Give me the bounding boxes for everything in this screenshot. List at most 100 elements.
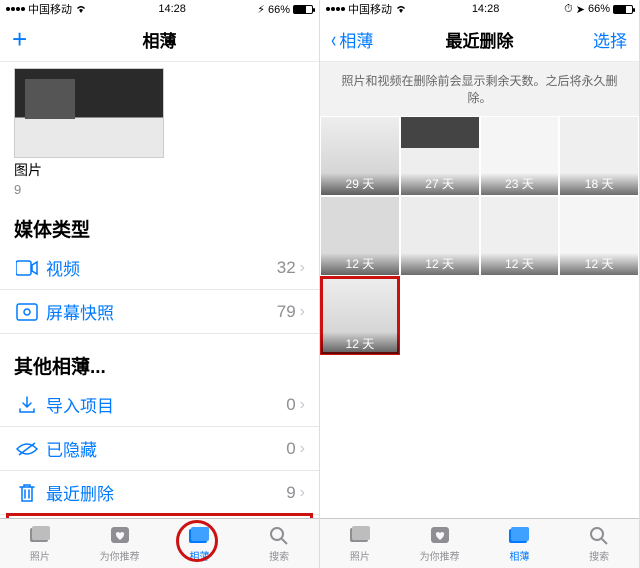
section-other-albums: 其他相薄... bbox=[14, 352, 305, 379]
album-name: 图片 bbox=[14, 160, 319, 180]
alarm-icon: ⏱ bbox=[564, 3, 573, 16]
tab-label: 照片 bbox=[30, 548, 50, 563]
tab-search[interactable]: 搜索 bbox=[559, 519, 639, 568]
days-badge: 12 天 bbox=[560, 253, 638, 275]
chevron-right-icon: › bbox=[300, 396, 305, 414]
signal-icon bbox=[6, 7, 25, 11]
days-badge: 12 天 bbox=[321, 332, 399, 354]
days-badge: 12 天 bbox=[321, 253, 399, 275]
right-screen: 中国移动 14:28 ⏱ ➤ 66% ‹ 相薄 最近删除 选择 照片和视频在删除… bbox=[320, 0, 640, 568]
tab-label: 照片 bbox=[350, 548, 370, 563]
grid-cell[interactable]: 18 天 bbox=[559, 116, 639, 196]
row-count: 79 bbox=[277, 302, 296, 322]
grid-cell[interactable]: 12 天 bbox=[320, 196, 400, 276]
chevron-right-icon: › bbox=[300, 440, 305, 458]
hidden-icon bbox=[14, 441, 40, 457]
battery-icon bbox=[293, 5, 313, 14]
grid-cell[interactable]: 12 天 bbox=[559, 196, 639, 276]
back-button[interactable]: ‹ 相薄 bbox=[330, 27, 373, 52]
screenshot-icon bbox=[14, 303, 40, 321]
grid-cell[interactable]: 27 天 bbox=[400, 116, 480, 196]
tab-bar: 照片 为你推荐 相薄 搜索 bbox=[320, 518, 639, 568]
grid-cell-selected[interactable]: 12 天 bbox=[320, 276, 400, 356]
tab-label: 搜索 bbox=[269, 548, 289, 563]
album-thumbnail[interactable] bbox=[14, 68, 164, 158]
back-label: 相薄 bbox=[339, 27, 373, 52]
albums-icon bbox=[187, 524, 211, 546]
days-badge: 12 天 bbox=[401, 253, 479, 275]
heart-icon bbox=[428, 524, 452, 546]
chevron-right-icon: › bbox=[300, 484, 305, 502]
days-badge: 18 天 bbox=[560, 173, 638, 195]
select-button[interactable]: 选择 bbox=[593, 27, 627, 52]
grid-cell[interactable]: 23 天 bbox=[480, 116, 560, 196]
status-bar: 中国移动 14:28 ⏱ ➤ 66% bbox=[320, 0, 639, 18]
wifi-icon bbox=[395, 4, 407, 14]
tab-albums[interactable]: 相薄 bbox=[160, 519, 240, 568]
tab-label: 为你推荐 bbox=[100, 548, 140, 563]
tab-search[interactable]: 搜索 bbox=[239, 519, 319, 568]
days-badge: 23 天 bbox=[481, 173, 559, 195]
nav-bar: ‹ 相薄 最近删除 选择 bbox=[320, 18, 639, 62]
tab-photos[interactable]: 照片 bbox=[320, 519, 400, 568]
tab-label: 搜索 bbox=[589, 548, 609, 563]
video-icon bbox=[14, 260, 40, 276]
row-count: 0 bbox=[286, 395, 295, 415]
clock: 14:28 bbox=[158, 3, 186, 15]
battery-icon bbox=[613, 5, 633, 14]
tab-label: 相薄 bbox=[509, 548, 529, 563]
search-icon bbox=[267, 524, 291, 546]
row-count: 32 bbox=[277, 258, 296, 278]
search-icon bbox=[587, 524, 611, 546]
import-icon bbox=[14, 395, 40, 415]
days-badge: 29 天 bbox=[321, 173, 399, 195]
grid-cell[interactable]: 12 天 bbox=[480, 196, 560, 276]
clock: 14:28 bbox=[472, 3, 500, 15]
row-count: 9 bbox=[286, 483, 295, 503]
days-badge: 27 天 bbox=[401, 173, 479, 195]
location-icon: ➤ bbox=[576, 3, 585, 16]
photo-grid: 29 天 27 天 23 天 18 天 12 天 12 天 12 天 12 天 … bbox=[320, 116, 639, 355]
tab-photos[interactable]: 照片 bbox=[0, 519, 80, 568]
row-videos[interactable]: 视频 32 › bbox=[0, 246, 319, 290]
row-count: 0 bbox=[286, 439, 295, 459]
nav-title: 相薄 bbox=[143, 27, 177, 52]
carrier-label: 中国移动 bbox=[28, 1, 72, 17]
left-screen: 中国移动 14:28 ⚡︎ 66% + 相薄 图片 9 媒体类型 视频 32 › bbox=[0, 0, 320, 568]
grid-cell[interactable]: 29 天 bbox=[320, 116, 400, 196]
chevron-right-icon: › bbox=[300, 259, 305, 277]
albums-icon bbox=[507, 524, 531, 546]
info-banner: 照片和视频在删除前会显示剩余天数。之后将永久删除。 bbox=[320, 62, 639, 116]
carrier-label: 中国移动 bbox=[348, 1, 392, 17]
chevron-left-icon: ‹ bbox=[331, 29, 336, 51]
tab-for-you[interactable]: 为你推荐 bbox=[80, 519, 160, 568]
add-button[interactable]: + bbox=[12, 24, 27, 55]
row-label: 最近删除 bbox=[46, 480, 286, 505]
row-screenshots[interactable]: 屏幕快照 79 › bbox=[0, 290, 319, 334]
battery-percent: 66% bbox=[588, 3, 610, 15]
row-label: 导入项目 bbox=[46, 392, 286, 417]
chevron-right-icon: › bbox=[300, 303, 305, 321]
status-bar: 中国移动 14:28 ⚡︎ 66% bbox=[0, 0, 319, 18]
trash-icon bbox=[14, 483, 40, 503]
tab-label: 为你推荐 bbox=[420, 548, 460, 563]
signal-icon bbox=[326, 7, 345, 11]
heart-icon bbox=[108, 524, 132, 546]
days-badge: 12 天 bbox=[481, 253, 559, 275]
nav-bar: + 相薄 bbox=[0, 18, 319, 62]
row-recently-deleted[interactable]: 最近删除 9 › bbox=[0, 471, 319, 515]
tab-bar: 照片 为你推荐 相薄 搜索 bbox=[0, 518, 319, 568]
row-hidden[interactable]: 已隐藏 0 › bbox=[0, 427, 319, 471]
section-media-types: 媒体类型 bbox=[14, 215, 305, 242]
tab-for-you[interactable]: 为你推荐 bbox=[400, 519, 480, 568]
photos-icon bbox=[348, 524, 372, 546]
tab-albums[interactable]: 相薄 bbox=[480, 519, 560, 568]
row-imported[interactable]: 导入项目 0 › bbox=[0, 383, 319, 427]
album-count: 9 bbox=[14, 182, 319, 197]
nav-title: 最近删除 bbox=[446, 27, 514, 52]
grid-cell[interactable]: 12 天 bbox=[400, 196, 480, 276]
row-label: 已隐藏 bbox=[46, 436, 286, 461]
row-label: 视频 bbox=[46, 255, 277, 280]
row-label: 屏幕快照 bbox=[46, 299, 277, 324]
tab-label: 相薄 bbox=[189, 548, 209, 563]
